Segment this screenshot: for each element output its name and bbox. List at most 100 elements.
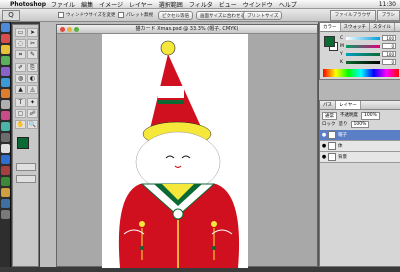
app-icon[interactable] — [0, 34, 10, 43]
foreground-color-swatch[interactable] — [17, 137, 29, 149]
layer-thumbnail — [328, 131, 336, 139]
tab-paths[interactable]: パス — [320, 101, 336, 109]
stamp-tool[interactable]: ⎘ — [27, 63, 38, 72]
color-ramp[interactable] — [323, 69, 399, 77]
tab-layers[interactable]: レイヤー — [336, 101, 361, 109]
cyan-slider[interactable] — [346, 36, 380, 40]
layer-row[interactable]: ● 帽子 — [320, 130, 400, 141]
magenta-value-field[interactable]: 0 — [382, 43, 396, 49]
black-value-field[interactable]: 0 — [382, 59, 396, 65]
opacity-field[interactable]: 100% — [361, 112, 380, 120]
document-titlebar: 猫カード Xmas.psd @ 33.3% (帽子, CMYK) — [57, 25, 317, 34]
magenta-slider[interactable] — [346, 44, 380, 48]
path-tool[interactable]: ◬ — [27, 85, 38, 94]
tab-file-browser[interactable]: ファイルブラウザ — [329, 10, 376, 21]
menu-edit[interactable]: 編集 — [81, 0, 93, 9]
app-icon[interactable] — [0, 111, 10, 120]
app-icon[interactable] — [0, 166, 10, 175]
brush-tool[interactable]: ✐ — [15, 63, 26, 72]
minimize-button[interactable] — [67, 27, 72, 32]
cat-face — [135, 131, 221, 193]
tab-swatches[interactable]: スウォッチ — [341, 23, 370, 31]
move-tool[interactable]: ➤ — [27, 28, 38, 37]
menu-view[interactable]: ビュー — [219, 0, 237, 9]
cat-illustration — [118, 40, 240, 268]
yellow-value-field[interactable]: 100 — [382, 51, 396, 57]
menu-image[interactable]: イメージ — [99, 0, 123, 9]
cyan-value-field[interactable]: 100 — [382, 35, 396, 41]
menu-file[interactable]: ファイル — [51, 0, 75, 9]
layer-thumbnail — [328, 153, 336, 161]
tab-brushes[interactable]: ブラシ — [376, 10, 400, 21]
pen-tool[interactable]: ✦ — [27, 98, 38, 107]
quick-mask-toggle[interactable] — [16, 163, 36, 171]
app-icon[interactable] — [0, 56, 10, 65]
app-icon[interactable] — [0, 144, 10, 153]
foreground-color-swatch[interactable] — [324, 36, 335, 47]
fill-label: 塗り — [338, 122, 348, 127]
app-icon[interactable] — [0, 177, 10, 186]
layer-row[interactable]: ● 背景 — [320, 152, 400, 163]
blend-mode-select[interactable]: 通常 — [322, 112, 337, 120]
app-icon[interactable] — [0, 199, 10, 208]
app-icon[interactable] — [0, 100, 10, 109]
eye-icon[interactable]: ● — [320, 132, 328, 138]
menu-layer[interactable]: レイヤー — [129, 0, 153, 9]
opacity-label: 不透明度 — [340, 113, 358, 118]
crop-tool[interactable]: ⌗ — [15, 50, 26, 59]
finder-icon[interactable] — [0, 23, 10, 32]
layer-row[interactable]: ● 体 — [320, 141, 400, 152]
menu-bar: Photoshop ファイル 編集 イメージ レイヤー 選択範囲 フィルタ ビュ… — [0, 0, 400, 9]
screen-mode-button[interactable] — [16, 175, 36, 183]
shape-tool[interactable]: ▢ — [15, 109, 26, 118]
hat-band — [158, 86, 184, 98]
magic-wand-tool[interactable]: ✂ — [27, 39, 38, 48]
lasso-tool[interactable]: ◌ — [15, 39, 26, 48]
channel-label: K — [340, 59, 343, 65]
zoom-button[interactable] — [74, 27, 79, 32]
app-icon[interactable] — [0, 122, 10, 131]
marquee-tool[interactable]: ▭ — [15, 28, 26, 37]
layers-panel: パス レイヤー 通常 不透明度 100% ロック 塗り 100% ● 帽子 ● … — [319, 100, 400, 267]
toolbox: ▭ ➤ ◌ ✂ ⌗ ✎ ✐ ⎘ ◍ ◐ ▲ ◬ T ✦ ▢ ☍ ✋ 🔍 — [12, 24, 39, 267]
tab-color[interactable]: カラー — [320, 23, 341, 31]
app-icon[interactable] — [0, 133, 10, 142]
app-icon[interactable] — [0, 89, 10, 98]
print-size-button[interactable]: プリントサイズ — [243, 11, 283, 20]
app-menu[interactable]: Photoshop — [10, 1, 46, 8]
black-slider[interactable] — [346, 60, 380, 64]
type-tool[interactable]: T — [15, 98, 26, 107]
eye-icon[interactable]: ● — [320, 143, 328, 149]
eyedropper-tool[interactable]: ☍ — [27, 109, 38, 118]
menu-window[interactable]: ウインドウ — [243, 0, 273, 9]
photoshop-icon[interactable] — [0, 155, 10, 164]
resize-window-checkbox[interactable] — [58, 12, 64, 18]
eye-icon[interactable]: ● — [320, 154, 328, 160]
hand-tool[interactable]: ✋ — [15, 120, 26, 129]
zoom-tool-icon[interactable]: Q — [2, 10, 20, 21]
gradient-tool[interactable]: ◐ — [27, 74, 38, 83]
menu-filter[interactable]: フィルタ — [189, 0, 213, 9]
slice-tool[interactable]: ✎ — [27, 50, 38, 59]
app-icon[interactable] — [0, 45, 10, 54]
app-icon[interactable] — [0, 78, 10, 87]
menu-help[interactable]: ヘルプ — [279, 0, 297, 9]
app-icon[interactable] — [0, 67, 10, 76]
trash-icon[interactable] — [0, 210, 10, 219]
app-icon[interactable] — [0, 188, 10, 197]
document-canvas[interactable] — [102, 34, 248, 268]
layer-name: 背景 — [338, 155, 347, 160]
ignore-palettes-label: パレット無視 — [126, 13, 153, 18]
channel-label: M — [340, 43, 344, 49]
fill-field[interactable]: 100% — [350, 121, 370, 128]
eraser-tool[interactable]: ◍ — [15, 74, 26, 83]
yellow-slider[interactable] — [346, 52, 380, 56]
dodge-tool[interactable]: ▲ — [15, 85, 26, 94]
menu-select[interactable]: 選択範囲 — [159, 0, 183, 9]
close-button[interactable] — [60, 27, 65, 32]
ignore-palettes-checkbox[interactable] — [118, 12, 124, 18]
zoom-tool[interactable]: 🔍 — [27, 120, 38, 129]
fit-screen-button[interactable]: 画面サイズに合わせる — [196, 11, 249, 20]
tab-styles[interactable]: スタイル — [370, 23, 395, 31]
actual-pixels-button[interactable]: ピクセル等倍 — [158, 11, 193, 20]
